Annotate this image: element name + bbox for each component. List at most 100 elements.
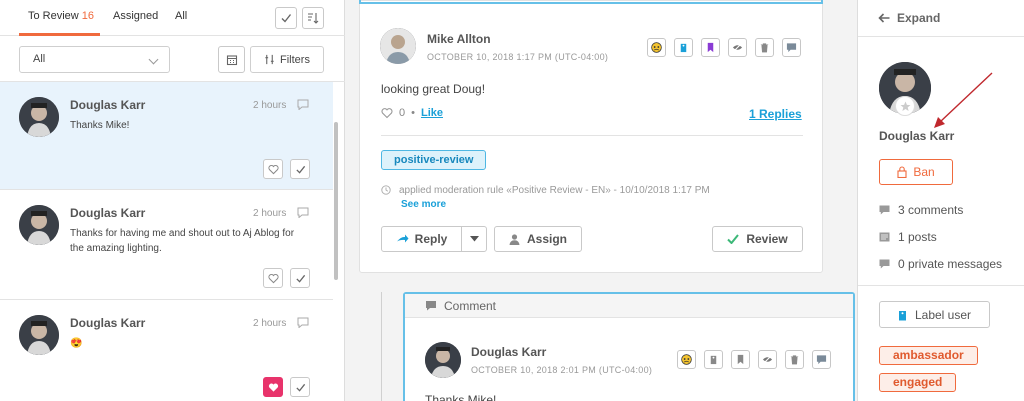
- sliders-icon: [265, 54, 274, 65]
- delete-button[interactable]: [785, 350, 804, 369]
- comment-icon: [297, 317, 309, 328]
- post-tag[interactable]: positive-review: [381, 150, 487, 170]
- post-icon: [879, 232, 890, 242]
- user-tag[interactable]: ambassador: [879, 346, 978, 365]
- label-user-button[interactable]: Label user: [879, 301, 990, 328]
- moderation-rule-note: applied moderation rule «Positive Review…: [381, 185, 710, 196]
- avatar: [19, 205, 59, 245]
- mark-reviewed-button[interactable]: [290, 159, 310, 179]
- private-messages-count: 0 private messages: [898, 257, 1003, 271]
- divider: [858, 36, 1024, 37]
- mark-reviewed-button[interactable]: [290, 268, 310, 288]
- bookmark-button[interactable]: [701, 38, 720, 57]
- lock-icon: [897, 166, 907, 178]
- comment-author: Douglas Karr: [471, 345, 547, 359]
- private-message-button[interactable]: [782, 38, 801, 57]
- avatar: [425, 342, 461, 378]
- sort-button[interactable]: [302, 7, 324, 29]
- list-item[interactable]: Douglas Karr 2 hours 😍: [0, 300, 333, 401]
- filter-toolbar: All Filters: [0, 36, 345, 82]
- status-filter-value: All: [33, 53, 46, 65]
- post-author: Mike Allton: [427, 32, 491, 46]
- delete-button[interactable]: [755, 38, 774, 57]
- message-icon: [816, 355, 827, 365]
- tag-icon: [680, 43, 687, 53]
- timestamp: 2 hours: [253, 318, 287, 329]
- tab-to-review[interactable]: To Review 16: [28, 10, 94, 22]
- status-filter-select[interactable]: All: [19, 46, 170, 73]
- mark-reviewed-button[interactable]: [290, 377, 310, 397]
- private-message-button[interactable]: [812, 350, 831, 369]
- select-all-button[interactable]: [275, 7, 297, 29]
- heart-icon: [381, 108, 393, 119]
- tag-button[interactable]: [674, 38, 693, 57]
- comment-icon: [297, 207, 309, 218]
- calendar-button[interactable]: [218, 46, 245, 73]
- filters-label: Filters: [280, 53, 310, 66]
- trash-icon: [790, 355, 799, 365]
- like-button[interactable]: [263, 159, 283, 179]
- posts-stat[interactable]: 1 posts: [879, 230, 937, 244]
- bookmark-button[interactable]: [731, 350, 750, 369]
- tab-all[interactable]: All: [175, 10, 187, 22]
- favorite-user-button[interactable]: [895, 96, 915, 116]
- tab-assigned[interactable]: Assigned: [113, 10, 158, 22]
- like-row: 0 • Like: [381, 107, 443, 119]
- sentiment-button[interactable]: [677, 350, 696, 369]
- calendar-icon: [226, 54, 237, 65]
- posts-count: 1 posts: [898, 230, 937, 244]
- card-highlight-edge: [359, 0, 823, 4]
- assign-label: Assign: [526, 232, 567, 246]
- comment-card: Comment Douglas Karr OCTOBER 10, 2018 2:…: [403, 292, 855, 401]
- eye-slash-icon: [762, 355, 773, 364]
- private-messages-stat[interactable]: 0 private messages: [879, 257, 1002, 271]
- tab-label: To Review: [28, 10, 79, 22]
- like-button[interactable]: [263, 268, 283, 288]
- annotation-arrow: [934, 72, 993, 128]
- tag-button[interactable]: [704, 350, 723, 369]
- author-name: Douglas Karr: [70, 206, 146, 220]
- comment-icon: [879, 205, 890, 215]
- hide-button[interactable]: [758, 350, 777, 369]
- avatar: [19, 97, 59, 137]
- list-scrollbar[interactable]: [334, 122, 338, 280]
- avatar: [380, 28, 416, 64]
- item-text: 😍: [70, 338, 83, 349]
- user-tag[interactable]: engaged: [879, 373, 957, 392]
- expand-button[interactable]: Expand: [878, 11, 940, 25]
- expand-label: Expand: [897, 11, 941, 25]
- star-icon: [900, 101, 910, 111]
- list-item[interactable]: Douglas Karr 2 hours Thanks Mike!: [0, 82, 333, 190]
- comment-date: OCTOBER 10, 2018 2:01 PM (UTC-04:00): [471, 365, 653, 375]
- item-text: Thanks Mike!: [70, 120, 130, 131]
- comment-header-label: Comment: [444, 298, 497, 313]
- check-icon: [281, 14, 292, 23]
- sentiment-button[interactable]: [647, 38, 666, 57]
- post-date: OCTOBER 10, 2018 1:17 PM (UTC-04:00): [427, 52, 609, 62]
- reply-dropdown-button[interactable]: [462, 227, 486, 251]
- see-more-link[interactable]: See more: [401, 199, 446, 210]
- tab-count: 16: [81, 10, 94, 22]
- like-button[interactable]: [263, 377, 283, 397]
- ban-button[interactable]: Ban: [879, 159, 953, 185]
- review-button[interactable]: Review: [712, 226, 803, 252]
- heart-icon: [268, 383, 278, 392]
- user-icon: [509, 233, 520, 245]
- like-link[interactable]: Like: [421, 107, 443, 119]
- reply-label: Reply: [414, 232, 448, 246]
- author-name: Douglas Karr: [70, 98, 146, 112]
- replies-link[interactable]: 1 Replies: [749, 107, 802, 121]
- check-icon: [727, 234, 740, 244]
- hide-button[interactable]: [728, 38, 747, 57]
- list-item[interactable]: Douglas Karr 2 hours Thanks for having m…: [0, 190, 333, 300]
- comments-count: 3 comments: [898, 203, 964, 217]
- assign-button[interactable]: Assign: [494, 226, 582, 252]
- tag-icon: [710, 355, 717, 365]
- reply-split-button: Reply: [381, 226, 487, 252]
- filters-button[interactable]: Filters: [250, 46, 324, 73]
- comment-card-header: Comment: [405, 294, 853, 318]
- comment-actions-row: [677, 350, 831, 369]
- comments-stat[interactable]: 3 comments: [879, 203, 963, 217]
- reply-button[interactable]: Reply: [382, 227, 462, 251]
- sort-icon: [308, 13, 319, 24]
